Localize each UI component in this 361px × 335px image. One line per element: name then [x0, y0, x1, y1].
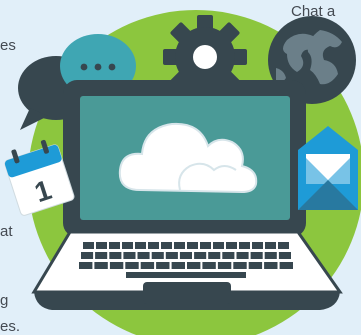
keyboard-key [264, 262, 278, 269]
keyboard-key [109, 252, 122, 259]
keyboard-key [194, 252, 207, 259]
touchpad [143, 282, 231, 304]
keyboard-key [250, 252, 263, 259]
keyboard-key [265, 242, 276, 249]
keyboard-key [222, 252, 235, 259]
keyboard-key [187, 242, 198, 249]
text-fragment-left-middle: at [0, 223, 13, 240]
keyboard-key [140, 262, 155, 269]
keyboard-key [171, 262, 185, 269]
keyboard-key [208, 252, 221, 259]
keyboard-key [226, 242, 237, 249]
keyboard-key [148, 242, 159, 249]
keyboard-key [165, 252, 178, 259]
keyboard-key [81, 252, 94, 259]
illustration-canvas: 1 [4, 10, 361, 335]
keyboard-key [122, 242, 133, 249]
keyboard-key [137, 252, 150, 259]
keyboard-key [125, 262, 139, 269]
keyboard-key [279, 262, 293, 269]
keyboard-key [174, 242, 185, 249]
keyboard-key [135, 242, 146, 249]
keyboard-key [109, 262, 124, 269]
keyboard-key [161, 242, 172, 249]
keyboard-key [96, 242, 107, 249]
text-fragment-top-right: Chat a [291, 3, 336, 20]
keyboard-key [239, 242, 250, 249]
keyboard-key [200, 242, 211, 249]
keyboard-key [94, 262, 108, 269]
keyboard-key [83, 242, 94, 249]
keyboard-key [248, 262, 263, 269]
keyboard-key [179, 252, 192, 259]
keyboard-key [187, 262, 201, 269]
keyboard-key [156, 262, 170, 269]
keyboard-key [79, 262, 93, 269]
keyboard-key [278, 242, 289, 249]
keyboard-key [264, 252, 277, 259]
keyboard-key [151, 252, 164, 259]
text-fragment-left-lower: g [0, 292, 9, 309]
keyboard-key [252, 242, 263, 249]
text-fragment-left-bottom: es. [0, 318, 21, 335]
text-fragment-left-upper: es [0, 37, 16, 54]
keyboard-spacebar [126, 272, 246, 278]
keyboard-key [213, 242, 224, 249]
keyboard-key [123, 252, 136, 259]
keyboard-key [236, 252, 249, 259]
illustration: Chat a es at g es. 1 [0, 0, 361, 335]
keyboard-key [233, 262, 247, 269]
keyboard-key [202, 262, 216, 269]
keyboard-key [95, 252, 108, 259]
keyboard-key [109, 242, 120, 249]
keyboard-key [217, 262, 232, 269]
keyboard-key [278, 252, 291, 259]
